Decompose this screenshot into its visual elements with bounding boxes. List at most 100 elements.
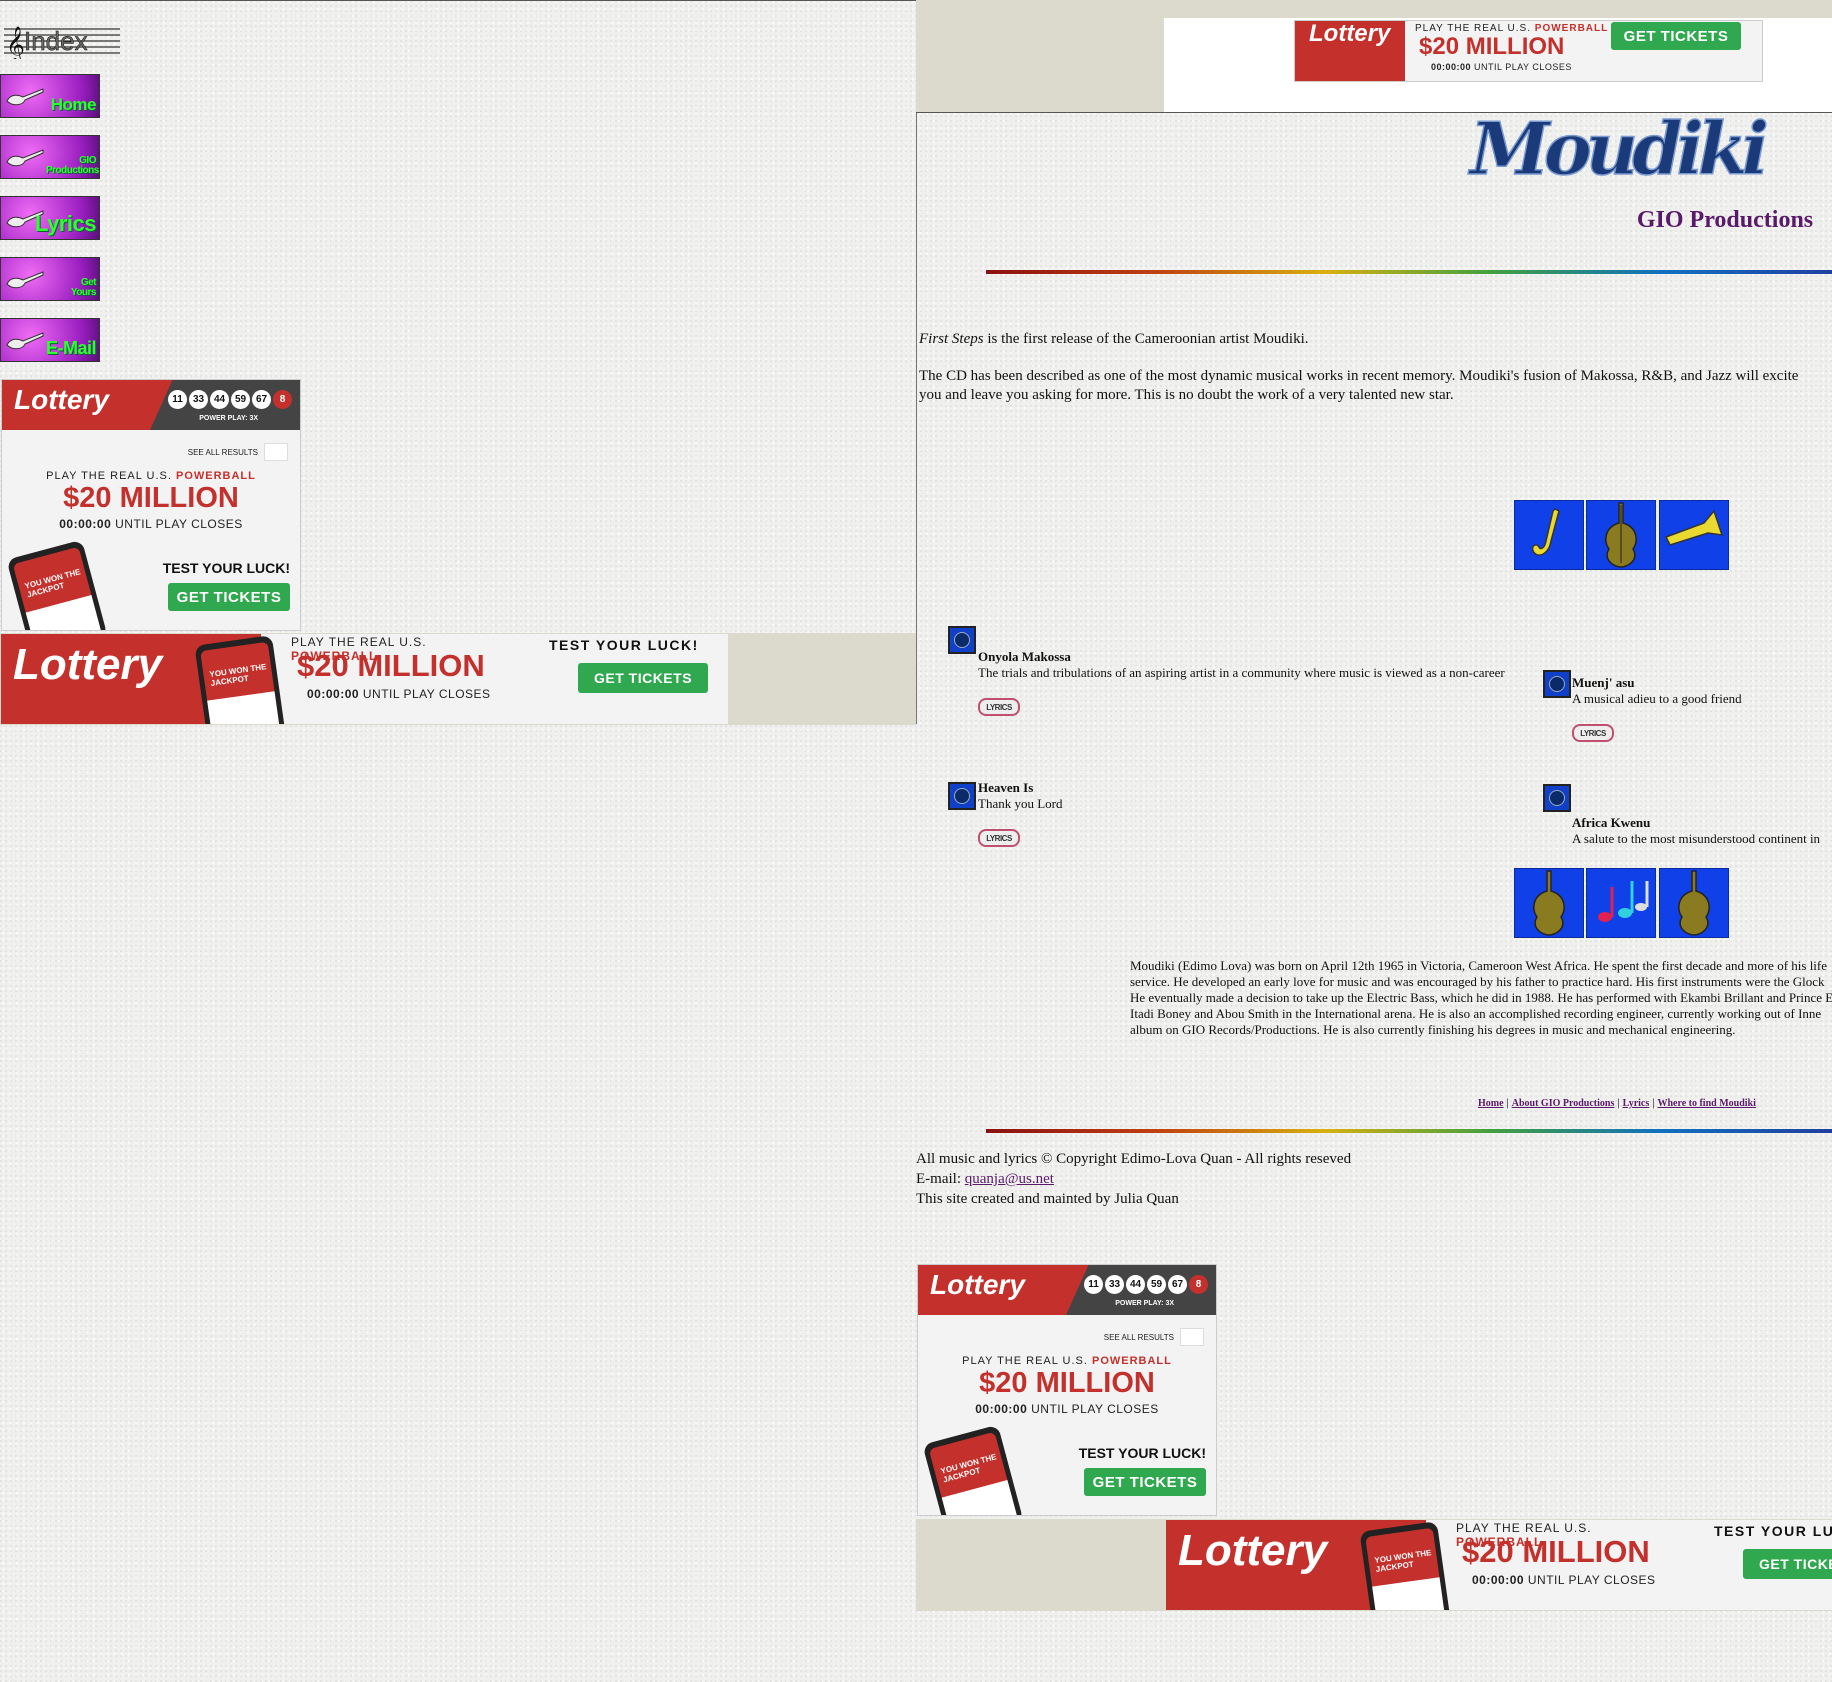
phone-text: YOU WON THE JACKPOT xyxy=(939,1452,998,1485)
timer: 00:00:00 xyxy=(1472,1573,1525,1587)
power-play: POWER PLAY: 3X xyxy=(1115,1300,1174,1307)
index-logo: 𝄞 Index xyxy=(2,17,122,64)
see-all-results-link[interactable]: SEE ALL RESULTS xyxy=(188,448,258,457)
number-ball: 67 xyxy=(1168,1275,1187,1294)
get-tickets-button[interactable]: GET TICKETS xyxy=(1611,22,1741,50)
song-item: Muenj' asu A musical adieu to a good fri… xyxy=(1572,675,1742,707)
credit-text: This site created and mainted by Julia Q… xyxy=(916,1191,1179,1207)
get-tickets-button[interactable]: GET TICKETS xyxy=(168,583,290,611)
nav-lyrics-label: Lyrics xyxy=(34,211,97,236)
countdown: 00:00:00 UNTIL PLAY CLOSES xyxy=(1472,1573,1692,1587)
ad-header: Lottery 11 33 44 59 67 8 POWER PLAY: 3X xyxy=(2,380,300,430)
svg-text:𝄞: 𝄞 xyxy=(6,25,25,59)
get-tickets-button[interactable]: GET TICKETS xyxy=(578,663,708,693)
song-desc: A salute to the most misunderstood conti… xyxy=(1572,831,1821,846)
email-label: E-mail: xyxy=(916,1171,965,1187)
lottery-ad-leaderboard[interactable]: Lottery PLAY THE REAL U.S. POWERBALL $20… xyxy=(1294,20,1763,82)
lottery-ad-wide[interactable]: Lottery YOU WON THE JACKPOT PLAY THE REA… xyxy=(1166,1520,1832,1610)
song-desc: Thank you Lord xyxy=(978,796,1063,811)
phone-text: YOU WON THE JACKPOT xyxy=(208,662,267,688)
nav-lyrics-button[interactable]: Lyrics xyxy=(0,196,100,240)
number-ball: 44 xyxy=(1126,1275,1145,1294)
footer-lyrics-link[interactable]: Lyrics xyxy=(1623,1098,1650,1109)
guitar-icon xyxy=(1586,500,1656,570)
phone-image: YOU WON THE JACKPOT xyxy=(6,539,108,630)
winning-numbers: 11 33 44 59 67 8 xyxy=(168,390,292,409)
jackpot-amount: $20 MILLION xyxy=(63,482,239,514)
see-all-toggle[interactable] xyxy=(264,443,288,461)
timer: 00:00:00 xyxy=(59,517,112,531)
bio-line: Moudiki (Edimo Lova) was born on April 1… xyxy=(1130,958,1828,973)
play-prefix: PLAY THE REAL U.S. xyxy=(46,470,172,482)
powerball-number: 8 xyxy=(1189,1275,1208,1294)
jackpot-amount: $20 MILLION xyxy=(297,648,485,683)
trumpet-icon xyxy=(1659,500,1729,570)
phone-text: YOU WON THE JACKPOT xyxy=(23,567,82,600)
number-ball: 59 xyxy=(231,390,250,409)
footer-home-link[interactable]: Home xyxy=(1478,1098,1504,1109)
nav-home-button[interactable]: Home xyxy=(0,74,100,118)
ad-header: Lottery 11 33 44 59 67 8 POWER PLAY: 3X xyxy=(918,1265,1216,1315)
copyright-text: All music and lyrics © Copyright Edimo-L… xyxy=(916,1151,1352,1167)
jackpot-amount: $20 MILLION xyxy=(979,1367,1155,1399)
page-subtitle: GIO Productions xyxy=(1636,207,1814,233)
footer-about-link[interactable]: About GIO Productions xyxy=(1512,1098,1615,1109)
song-title: Africa Kwenu xyxy=(1572,815,1651,830)
countdown: 00:00:00 UNTIL PLAY CLOSES xyxy=(918,1402,1216,1416)
footer-where-link[interactable]: Where to find Moudiki xyxy=(1657,1098,1755,1109)
guitar-icon xyxy=(1659,868,1729,938)
winning-numbers: 11 33 44 59 67 8 xyxy=(1084,1275,1208,1294)
lottery-ad-square[interactable]: Lottery 11 33 44 59 67 8 POWER PLAY: 3X … xyxy=(917,1264,1217,1516)
lottery-ad-square[interactable]: Lottery 11 33 44 59 67 8 POWER PLAY: 3X … xyxy=(1,379,301,631)
number-ball: 59 xyxy=(1147,1275,1166,1294)
nav-get-yours-label: Get Yours xyxy=(70,277,97,298)
number-ball: 67 xyxy=(252,390,271,409)
see-all-toggle[interactable] xyxy=(1180,1328,1204,1346)
timer: 00:00:00 xyxy=(975,1402,1028,1416)
lyrics-button[interactable]: LYRICS xyxy=(1572,724,1614,742)
email-link[interactable]: quanja@us.net xyxy=(965,1171,1054,1187)
lyrics-button[interactable]: LYRICS xyxy=(978,698,1020,716)
song-bullet-icon xyxy=(948,782,976,810)
lottery-ad-wide[interactable]: Lottery YOU WON THE JACKPOT PLAY THE REA… xyxy=(1,634,728,724)
bio-paragraph: Moudiki (Edimo Lova) was born on April 1… xyxy=(1130,958,1832,1038)
intro-line-2: The CD has been described as one of the … xyxy=(919,368,1799,403)
see-all-results-link[interactable]: SEE ALL RESULTS xyxy=(1104,1333,1174,1342)
song-item: Africa Kwenu A salute to the most misund… xyxy=(1572,815,1820,847)
lottery-logo: Lottery xyxy=(13,640,163,689)
play-prefix: PLAY THE REAL U.S. xyxy=(291,635,427,649)
nav-email-button[interactable]: E-Mail xyxy=(0,318,100,362)
play-text: PLAY THE REAL U.S. POWERBALL xyxy=(918,1355,1216,1367)
lyrics-button[interactable]: LYRICS xyxy=(978,829,1020,847)
guitar-icon xyxy=(1514,868,1584,938)
nav-gio-productions-button[interactable]: GIO Productions xyxy=(0,135,100,179)
until-text: UNTIL PLAY CLOSES xyxy=(1474,62,1572,72)
powerball-number: 8 xyxy=(273,390,292,409)
song-item: Heaven Is Thank you Lord xyxy=(978,780,1062,812)
test-luck-text: TEST YOUR LUCK! xyxy=(549,637,699,653)
moudiki-logo: Moudiki xyxy=(1466,105,1786,192)
get-tickets-button[interactable]: GET TICKETS xyxy=(1743,1549,1832,1579)
nav-home-label: Home xyxy=(50,95,97,114)
lottery-logo: Lottery xyxy=(14,384,109,415)
rainbow-divider xyxy=(986,270,1832,274)
nav-get-yours-button[interactable]: Get Yours xyxy=(0,257,100,301)
music-notes-icon xyxy=(1586,868,1656,938)
timer: 00:00:00 xyxy=(1431,62,1472,72)
lottery-logo: Lottery xyxy=(1178,1526,1328,1575)
email-line: E-mail: quanja@us.net xyxy=(916,1170,1054,1189)
countdown: 00:00:00 UNTIL PLAY CLOSES xyxy=(307,687,527,701)
song-bullet-icon xyxy=(1543,784,1571,812)
bio-line: album on GIO Records/Productions. He is … xyxy=(1130,1022,1736,1037)
left-frame: 𝄞 Index Home GIO Productions Lyrics Get … xyxy=(0,0,916,1682)
get-tickets-button[interactable]: GET TICKETS xyxy=(1084,1468,1206,1496)
song-title: Heaven Is xyxy=(978,780,1034,795)
number-ball: 33 xyxy=(189,390,208,409)
nav-gio-productions-label: GIO Productions xyxy=(46,155,99,176)
moudiki-logo-text: Moudiki xyxy=(1467,112,1767,191)
saxophone-icon xyxy=(1514,500,1584,570)
until-text: UNTIL PLAY CLOSES xyxy=(115,517,243,531)
number-ball: 33 xyxy=(1105,1275,1124,1294)
footer-nav: Home | About GIO Productions | Lyrics | Where … xyxy=(1478,1098,1756,1109)
song-title: Muenj' asu xyxy=(1572,675,1635,690)
